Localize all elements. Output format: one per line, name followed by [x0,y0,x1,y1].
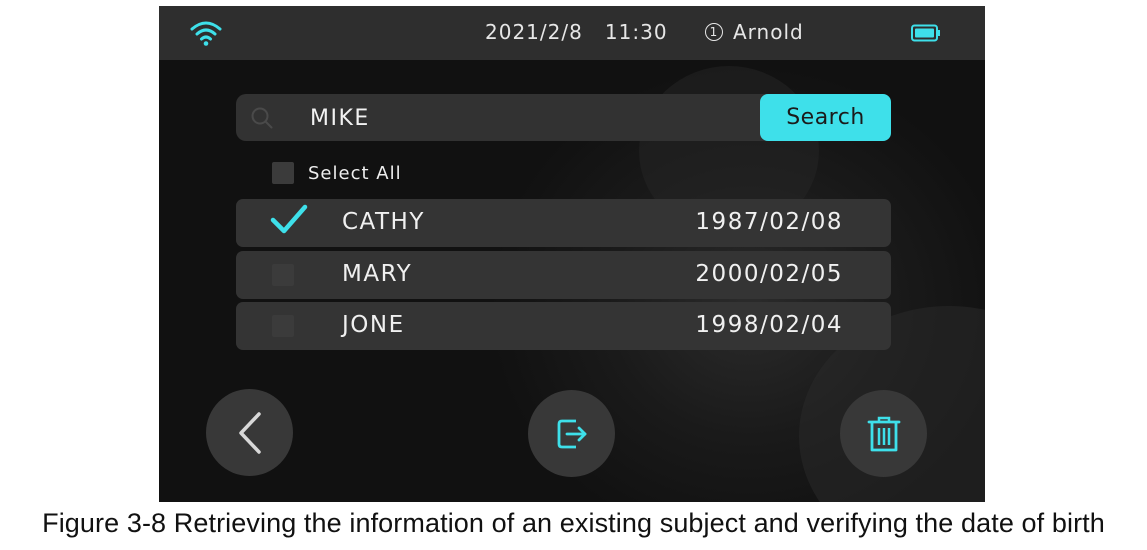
device-screen: 2021/2/8 11:30 1 Arnold Search Select Al… [159,6,985,502]
record-name: CATHY [342,209,425,235]
status-time: 11:30 [604,20,668,44]
list-item[interactable]: MARY 2000/02/05 [236,251,891,299]
record-name: JONE [342,312,405,338]
select-all-checkbox[interactable] [272,162,294,184]
record-name: MARY [342,261,413,287]
record-dob: 2000/02/05 [695,261,843,287]
select-all-label: Select All [308,162,402,184]
wifi-icon [190,21,222,46]
list-item[interactable]: JONE 1998/02/04 [236,302,891,350]
search-icon [251,107,273,129]
current-user: 1 Arnold [705,20,804,44]
back-button[interactable] [206,389,293,476]
record-dob: 1987/02/08 [695,209,843,235]
export-button[interactable] [528,390,615,477]
list-item[interactable]: CATHY 1987/02/08 [236,199,891,247]
status-bar: 2021/2/8 11:30 1 Arnold [159,6,985,60]
chevron-left-icon [238,411,261,454]
figure-caption: Figure 3-8 Retrieving the information of… [42,508,1105,538]
record-checkbox[interactable] [272,264,294,286]
battery-icon [911,24,940,42]
delete-button[interactable] [840,390,927,477]
status-datetime: 2021/2/8 11:30 [485,20,668,44]
search-input[interactable] [308,102,752,134]
checkmark-icon[interactable] [270,203,308,237]
status-date: 2021/2/8 [485,20,583,44]
trash-icon [867,416,900,451]
user-name: Arnold [733,20,804,44]
search-button[interactable]: Search [760,94,891,141]
record-checkbox[interactable] [272,315,294,337]
record-dob: 1998/02/04 [695,312,843,338]
user-number-badge: 1 [705,23,723,41]
export-icon [557,419,586,448]
select-all[interactable]: Select All [272,162,402,184]
